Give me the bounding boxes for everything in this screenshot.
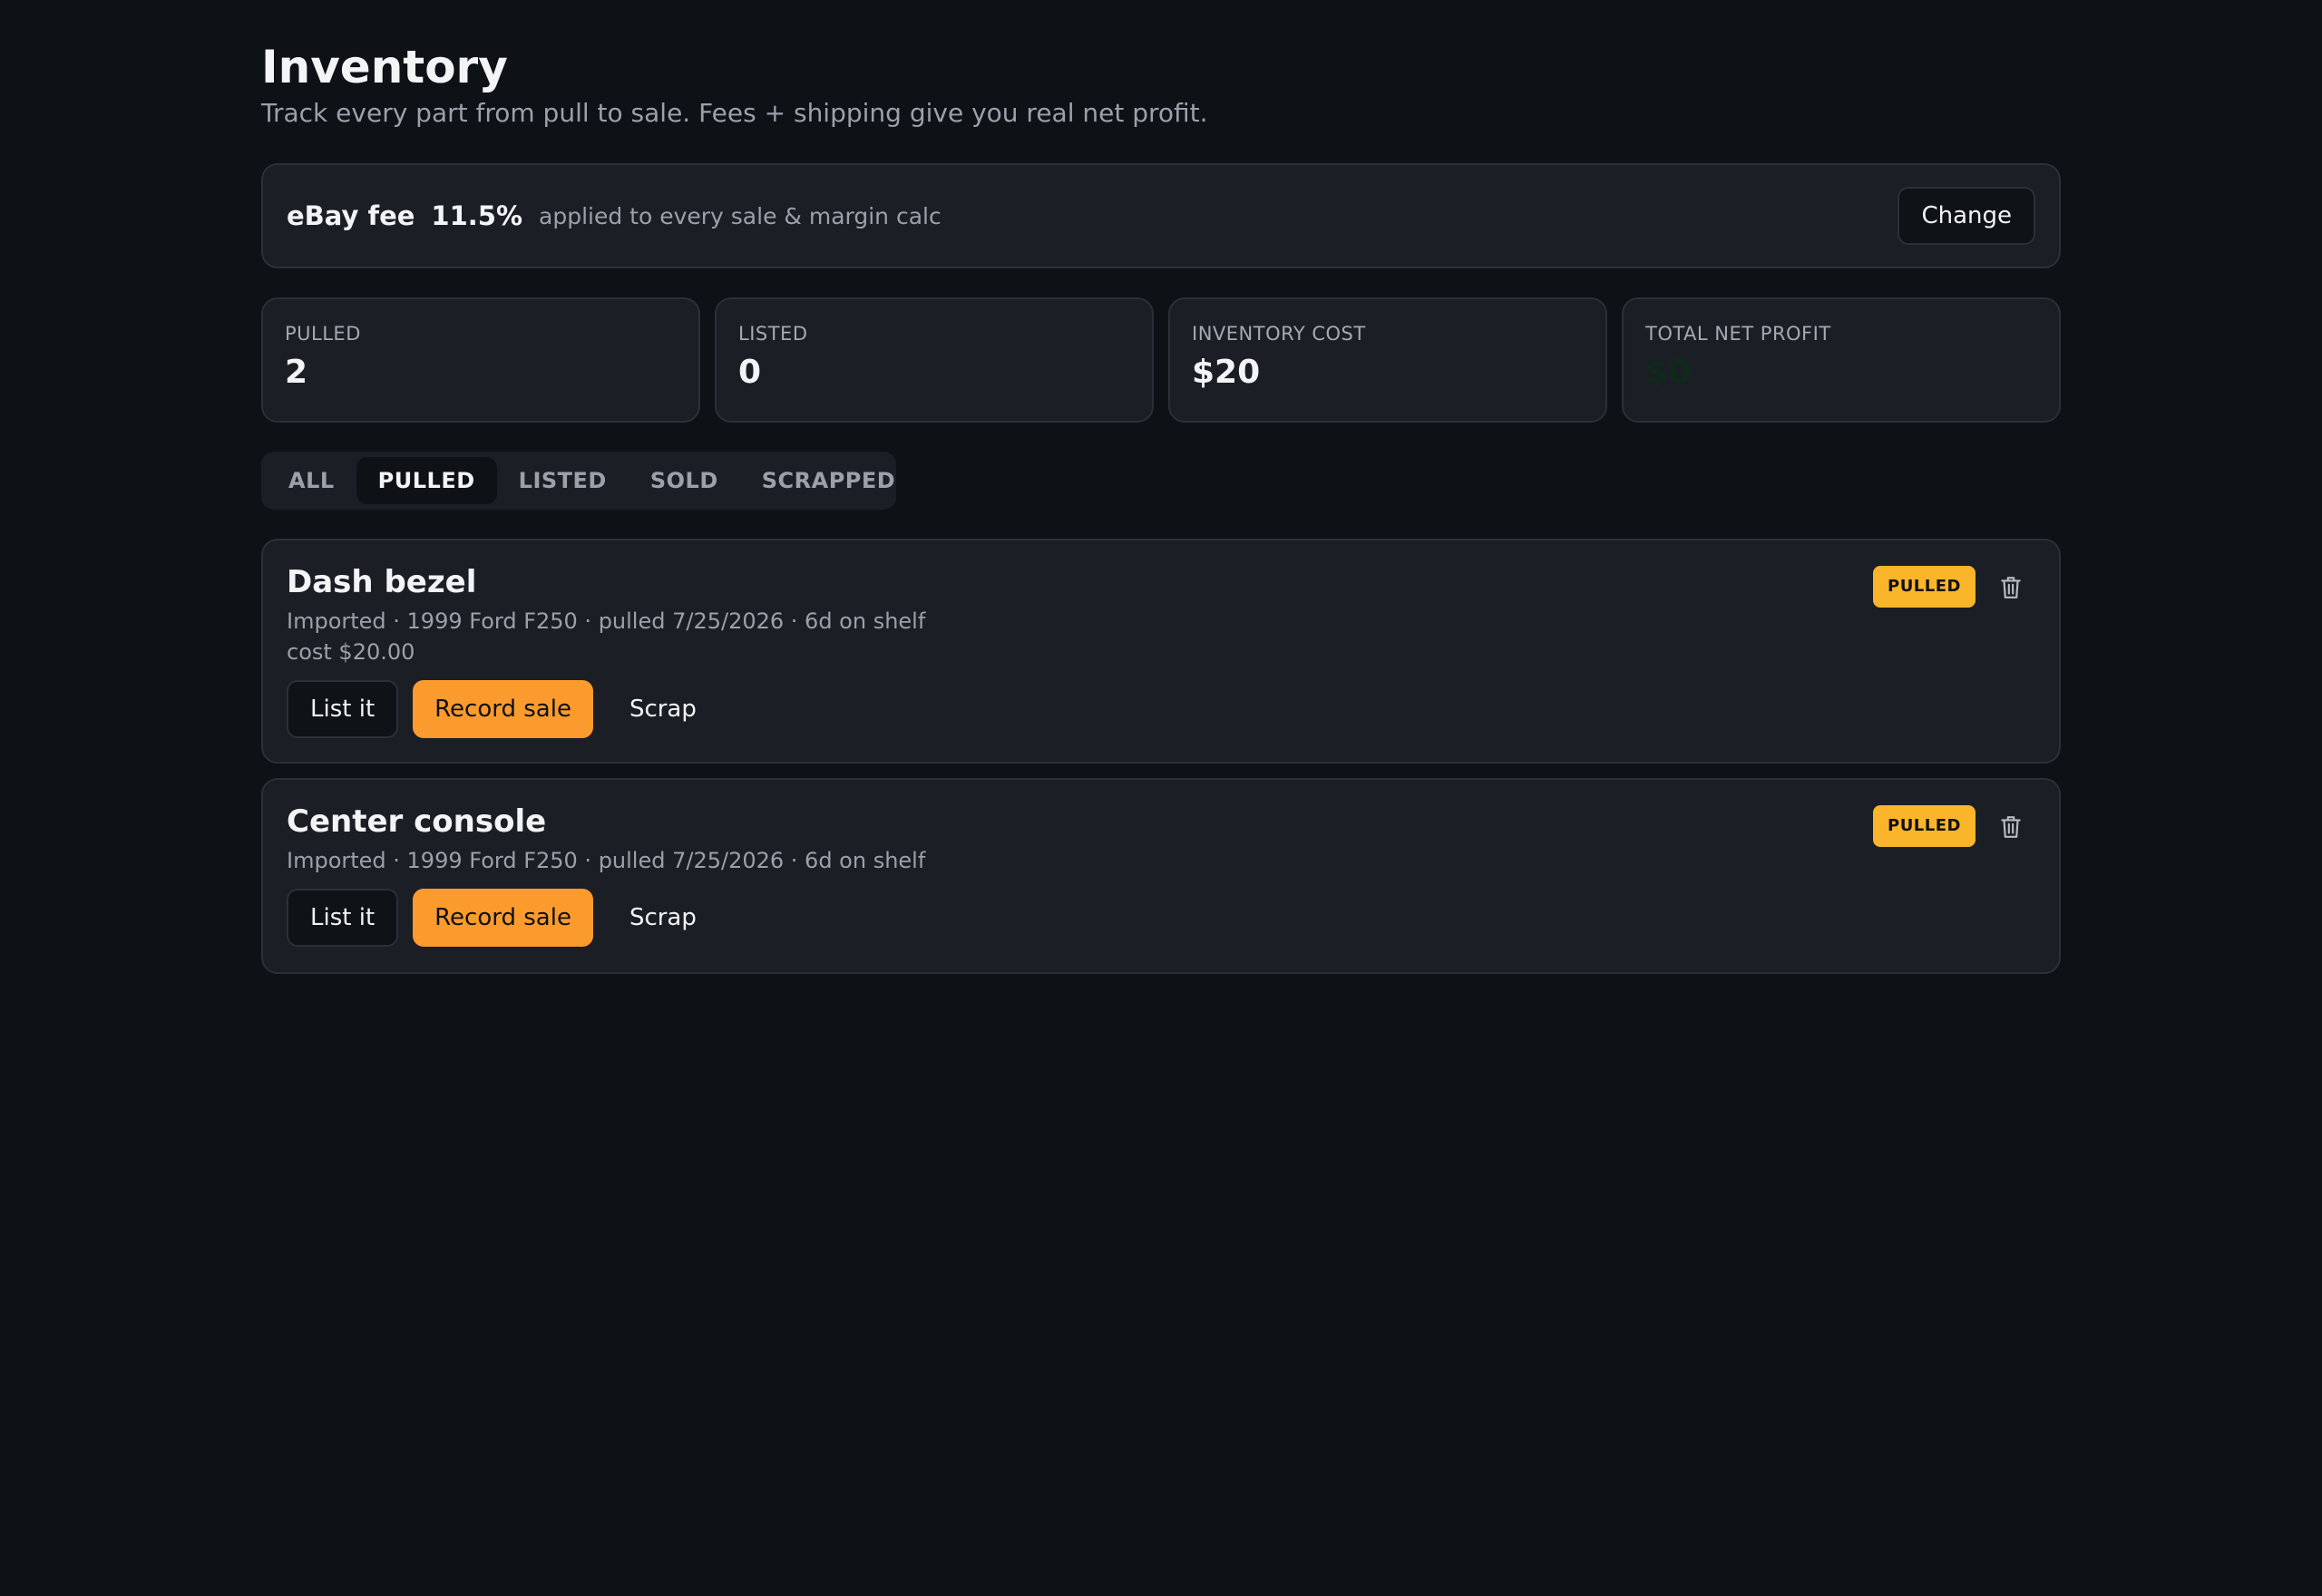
record-sale-button[interactable]: Record sale <box>413 680 593 738</box>
item-meta: Imported · 1999 Ford F250 · pulled 7/25/… <box>287 608 926 634</box>
item-name: Center console <box>287 803 547 840</box>
fee-note: applied to every sale & margin calc <box>539 202 941 229</box>
stat-value: 2 <box>285 354 308 391</box>
status-badge: PULLED <box>1873 805 1976 847</box>
inventory-item: Center console Imported · 1999 Ford F250… <box>261 778 2061 974</box>
stat-label: PULLED <box>285 323 361 345</box>
trash-icon[interactable] <box>1999 575 2023 600</box>
tab-sold[interactable]: SOLD <box>629 457 740 504</box>
page-title: Inventory <box>261 41 508 93</box>
ebay-fee-panel: eBay fee 11.5% applied to every sale & m… <box>261 163 2061 268</box>
stat-pulled: PULLED 2 <box>261 297 700 423</box>
item-meta: Imported · 1999 Ford F250 · pulled 7/25/… <box>287 848 926 873</box>
tab-pulled[interactable]: PULLED <box>356 457 497 504</box>
fee-label: eBay fee <box>287 200 415 231</box>
list-it-button[interactable]: List it <box>287 889 399 947</box>
tab-all[interactable]: ALL <box>267 457 356 504</box>
stat-inventory-cost: INVENTORY COST $20 <box>1168 297 1607 423</box>
item-cost: cost $20.00 <box>287 639 415 665</box>
scrap-button[interactable]: Scrap <box>608 889 718 947</box>
stat-listed: LISTED 0 <box>715 297 1154 423</box>
tab-scrapped[interactable]: SCRAPPED <box>740 457 917 504</box>
list-it-button[interactable]: List it <box>287 680 399 738</box>
fee-value: 11.5% <box>431 200 523 231</box>
record-sale-button[interactable]: Record sale <box>413 889 593 947</box>
scrap-button[interactable]: Scrap <box>608 680 718 738</box>
stat-value: $20 <box>1192 354 1261 391</box>
stat-value: $0 <box>1645 354 1692 391</box>
stat-label: LISTED <box>738 323 808 345</box>
page-subtitle: Track every part from pull to sale. Fees… <box>261 98 1208 128</box>
status-badge: PULLED <box>1873 566 1976 608</box>
tab-listed[interactable]: LISTED <box>497 457 629 504</box>
stat-value: 0 <box>738 354 762 391</box>
inventory-item: Dash bezel Imported · 1999 Ford F250 · p… <box>261 539 2061 764</box>
stat-label: TOTAL NET PROFIT <box>1645 323 1831 345</box>
item-actions: List it Record sale Scrap <box>287 680 2035 738</box>
item-actions: List it Record sale Scrap <box>287 889 2035 947</box>
stat-total-net-profit: TOTAL NET PROFIT $0 <box>1622 297 2061 423</box>
item-name: Dash bezel <box>287 564 477 600</box>
change-fee-button[interactable]: Change <box>1898 187 2035 245</box>
trash-icon[interactable] <box>1999 814 2023 840</box>
stat-label: INVENTORY COST <box>1192 323 1366 345</box>
status-filter-tabs: ALL PULLED LISTED SOLD SCRAPPED <box>261 452 896 510</box>
